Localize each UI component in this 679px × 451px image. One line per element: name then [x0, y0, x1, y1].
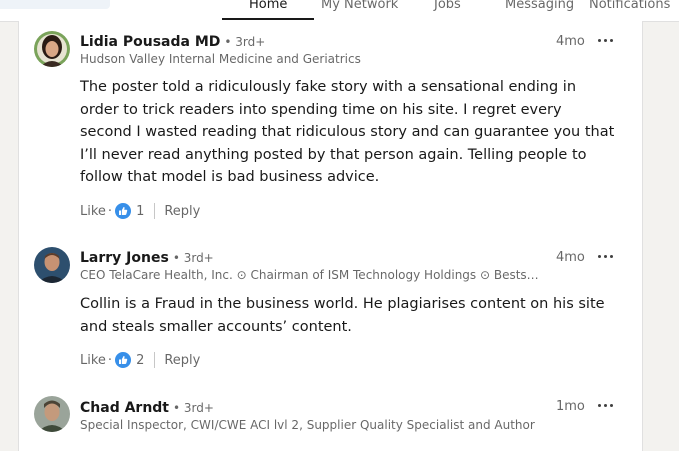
comment-time: 4mo [556, 34, 585, 49]
nav-home[interactable]: Home [249, 0, 287, 12]
separator-dot: · [107, 203, 113, 219]
avatar[interactable] [34, 31, 70, 67]
nav-notifications[interactable]: Notifications [589, 0, 670, 12]
nav-messaging[interactable]: Messaging [505, 0, 574, 12]
thumbs-up-icon[interactable] [115, 203, 132, 219]
reply-button[interactable]: Reply [164, 353, 200, 368]
separator-dot: · [107, 352, 113, 368]
author-line: Chad Arndt • 3rd+ [80, 397, 214, 416]
author-headline: Special Inspector, CWI/CWE ACI lvl 2, Su… [80, 418, 535, 432]
search-box[interactable] [0, 0, 110, 9]
comment-time: 1mo [556, 399, 585, 414]
divider [154, 203, 156, 219]
author-name[interactable]: Chad Arndt [80, 400, 169, 416]
reply-button[interactable]: Reply [164, 204, 200, 219]
nav-my-network[interactable]: My Network [321, 0, 398, 12]
connection-degree: • 3rd+ [224, 35, 266, 49]
ellipsis-icon[interactable] [597, 250, 615, 264]
nav-active-indicator [222, 18, 314, 20]
author-headline: CEO TelaCare Health, Inc. ⊙ Chairman of … [80, 268, 539, 282]
divider [154, 352, 156, 368]
ellipsis-icon[interactable] [597, 399, 615, 413]
author-line: Larry Jones • 3rd+ [80, 247, 214, 266]
like-button[interactable]: Like [80, 204, 106, 219]
author-headline: Hudson Valley Internal Medicine and Geri… [80, 52, 361, 66]
connection-degree: • 3rd+ [172, 251, 214, 265]
connection-degree: • 3rd+ [173, 401, 214, 415]
comment-actions: Like · 1 Reply [80, 203, 200, 219]
author-line: Lidia Pousada MD • 3rd+ [80, 31, 265, 50]
comment-time: 4mo [556, 250, 585, 265]
comments-card: Lidia Pousada MD • 3rd+ Hudson Valley Int… [18, 21, 643, 451]
ellipsis-icon[interactable] [597, 34, 615, 48]
avatar[interactable] [34, 247, 70, 283]
thumbs-up-icon[interactable] [115, 352, 132, 368]
reaction-count[interactable]: 2 [136, 353, 144, 368]
reaction-count[interactable]: 1 [136, 204, 144, 219]
nav-jobs[interactable]: Jobs [434, 0, 461, 12]
comment-text: Collin is a Fraud in the business world.… [80, 296, 605, 335]
comment-actions: Like · 2 Reply [80, 352, 200, 368]
top-nav: Home My Network Jobs Messaging Notificat… [0, 0, 679, 22]
author-name[interactable]: Larry Jones [80, 250, 169, 266]
comment-text: The poster told a ridiculously fake stor… [80, 79, 615, 185]
author-name[interactable]: Lidia Pousada MD [80, 34, 220, 50]
like-button[interactable]: Like [80, 353, 106, 368]
avatar[interactable] [34, 396, 70, 432]
